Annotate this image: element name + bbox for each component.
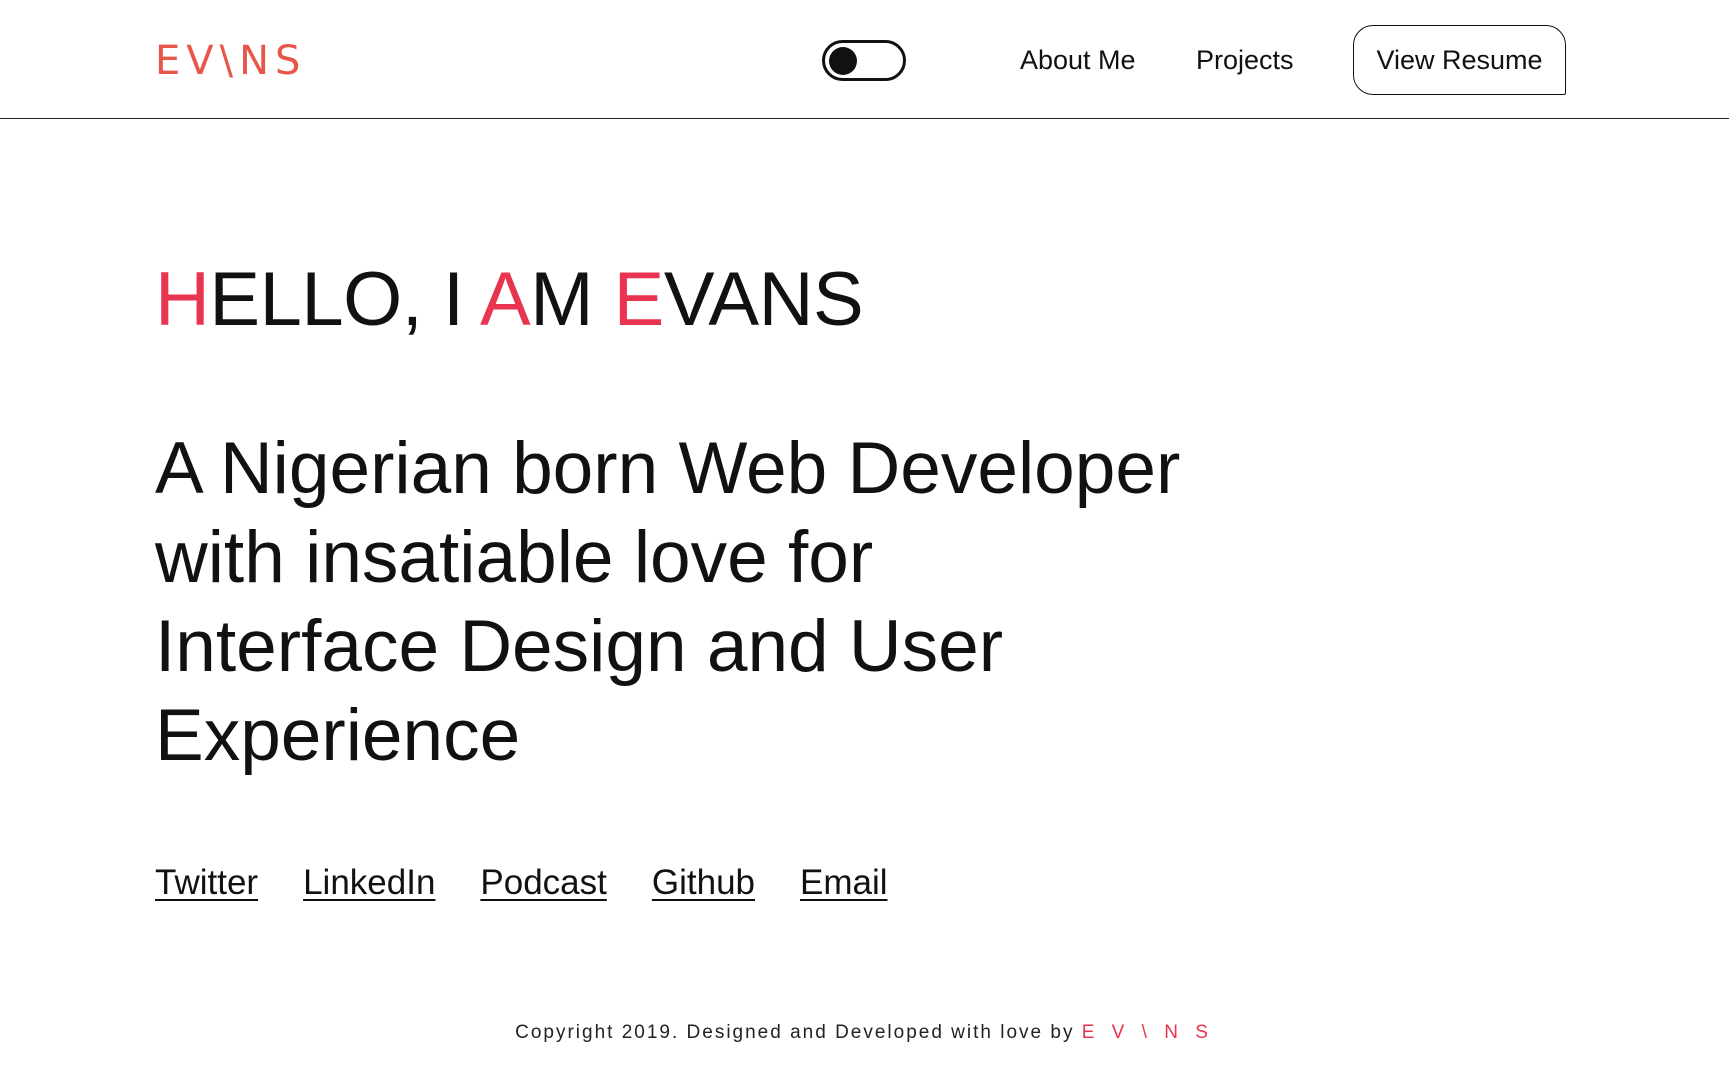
- hero-title-accent-h: H: [155, 257, 210, 342]
- podcast-link[interactable]: Podcast: [480, 862, 606, 904]
- email-link[interactable]: Email: [800, 862, 888, 904]
- toggle-knob: [829, 47, 857, 75]
- github-link[interactable]: Github: [652, 862, 755, 904]
- site-footer: Copyright 2019. Designed and Developed w…: [0, 1020, 1729, 1046]
- social-links: Twitter LinkedIn Podcast Github Email: [155, 862, 888, 904]
- view-resume-button[interactable]: View Resume: [1353, 25, 1566, 95]
- site-logo[interactable]: EV\NS: [155, 36, 306, 86]
- tagline-line: Interface Design and User: [155, 606, 1004, 687]
- linkedin-link[interactable]: LinkedIn: [303, 862, 435, 904]
- footer-brand: E V \ N S: [1081, 1022, 1214, 1043]
- hero-title-part: VANS: [663, 257, 864, 342]
- tagline-line: with insatiable love for: [155, 517, 874, 598]
- hero-title-part: M: [530, 257, 614, 342]
- theme-toggle[interactable]: [822, 40, 906, 81]
- hero-title-part: ELLO, I: [209, 257, 480, 342]
- nav-about-me[interactable]: About Me: [1020, 42, 1136, 78]
- hero-title-accent-a: A: [480, 257, 531, 342]
- twitter-link[interactable]: Twitter: [155, 862, 258, 904]
- tagline-line: A Nigerian born Web Developer: [155, 428, 1181, 509]
- hero-title: HELLO, I AM EVANS: [155, 255, 864, 345]
- hero-title-accent-e: E: [613, 257, 665, 342]
- footer-copyright: Copyright 2019. Designed and Developed w…: [515, 1022, 1082, 1043]
- hero-tagline: A Nigerian born Web Developer with insat…: [155, 424, 1255, 780]
- site-header: EV\NS About Me Projects View Resume: [0, 0, 1729, 119]
- tagline-line: Experience: [155, 695, 521, 776]
- nav-projects[interactable]: Projects: [1196, 42, 1294, 78]
